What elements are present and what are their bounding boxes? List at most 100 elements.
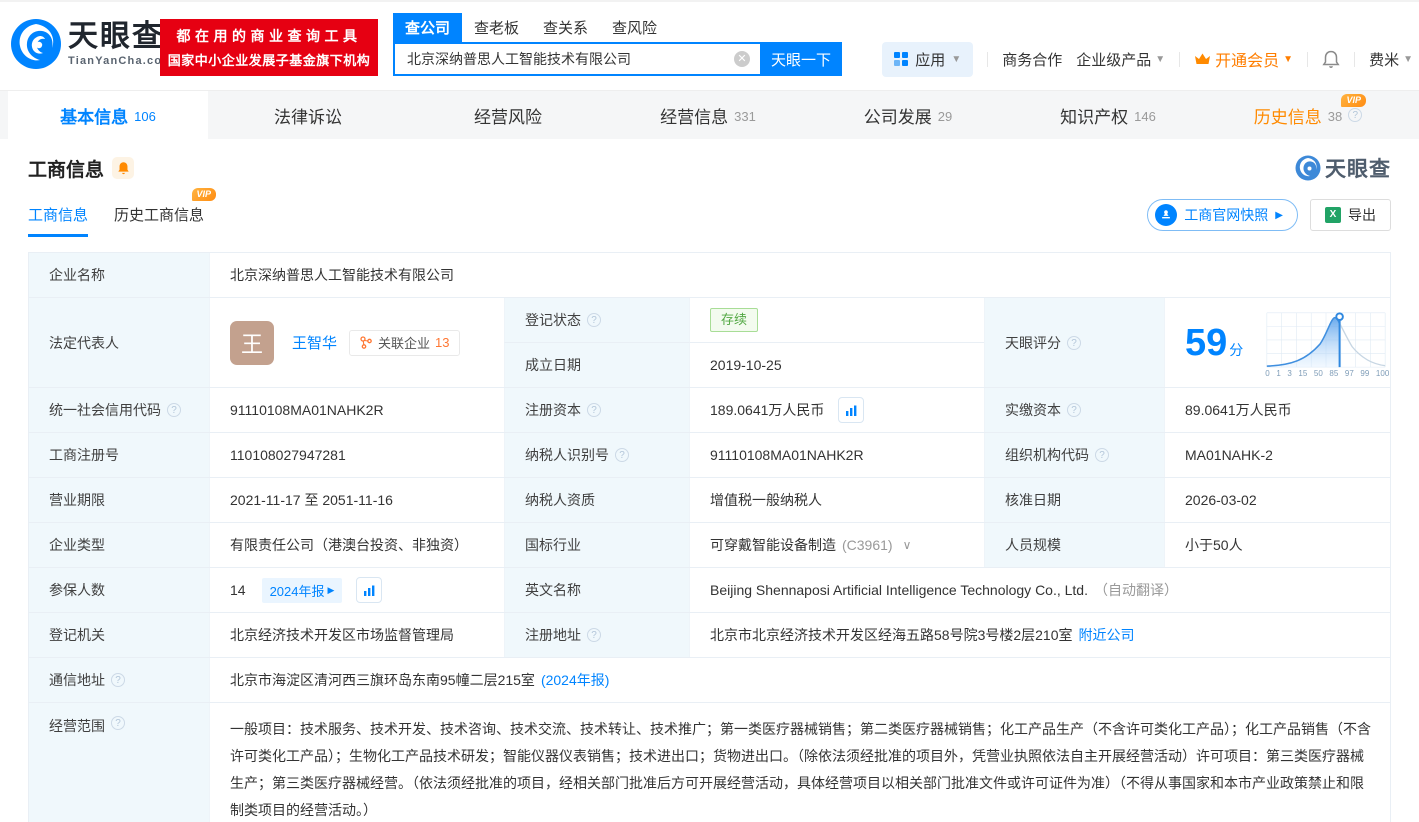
tab-history-info[interactable]: VIP 历史信息 38 ? — [1208, 91, 1408, 139]
capital-trend-button[interactable] — [838, 397, 865, 423]
chevron-down-icon[interactable]: ∨ — [903, 538, 912, 552]
help-icon[interactable]: ? — [1348, 108, 1363, 122]
registration-subtabs: 工商信息 VIP 历史工商信息 — [28, 188, 217, 237]
clear-icon[interactable]: ✕ — [734, 51, 750, 67]
search-button[interactable]: 天眼一下 — [760, 42, 842, 76]
search-box: 查公司 查老板 查关系 查风险 ✕ 天眼一下 — [393, 13, 842, 76]
section-title: 工商信息 — [28, 159, 105, 181]
help-icon[interactable]: ? — [1095, 448, 1109, 462]
divider — [1179, 51, 1181, 67]
related-companies-button[interactable]: 关联企业 13 — [349, 329, 460, 356]
help-icon[interactable]: ? — [1067, 403, 1081, 417]
search-tab-company[interactable]: 查公司 — [393, 13, 463, 42]
tianyancha-company-page: 天眼查 TianYanCha.com 都在用的商业查询工具 国家中小企业发展子基… — [0, 0, 1419, 822]
paid-capital-value: 89.0641万人民币 — [1164, 388, 1390, 432]
caret-down-icon: ▼ — [951, 53, 962, 65]
industry-code: (C3961) — [842, 537, 893, 553]
related-company-icon — [360, 335, 372, 349]
insured-trend-button[interactable] — [356, 577, 383, 603]
company-nav-tabs: 基本信息 106 法律诉讼 经营风险 经营信息 331 公司发展 29 知识产权 146… — [0, 90, 1419, 139]
business-cooperation-link[interactable]: 商务合作 — [1002, 49, 1062, 70]
vip-badge: VIP — [191, 188, 217, 201]
company-name-value: 北京深纳普思人工智能技术有限公司 — [209, 253, 1390, 297]
legal-rep-link[interactable]: 王智华 — [292, 332, 337, 353]
annual-report-pill[interactable]: 2024年报 ▶ — [261, 577, 343, 603]
business-term-value: 2021-11-17 至 2051-11-16 — [209, 478, 504, 522]
field-label: 核准日期 — [984, 478, 1164, 522]
caret-down-icon: ▼ — [1283, 53, 1294, 65]
table-row: 经营范围? 一般项目：技术服务、技术开发、技术咨询、技术交流、技术转让、技术推广… — [29, 702, 1390, 822]
vip-badge: VIP — [1341, 94, 1366, 107]
export-button[interactable]: X 导出 — [1310, 199, 1391, 231]
help-icon[interactable]: ? — [587, 628, 601, 642]
help-icon[interactable]: ? — [1067, 335, 1081, 350]
business-scope-cell: 一般项目：技术服务、技术开发、技术咨询、技术交流、技术转让、技术推广；第一类医疗… — [209, 703, 1390, 822]
user-menu[interactable]: 费米 ▼ — [1369, 49, 1413, 70]
help-icon[interactable]: ? — [111, 716, 125, 730]
mailing-address-cell: 北京市海淀区清河西三旗环岛东南95幢二层215室 (2024年报) — [209, 658, 1390, 702]
field-label: 统一社会信用代码? — [29, 388, 209, 432]
table-row: 登记机关 北京经济技术开发区市场监督管理局 注册地址? 北京市北京经济技术开发区… — [29, 612, 1390, 657]
credit-code-value: 91110108MA01NAHK2R — [209, 388, 504, 432]
field-label: 注册地址? — [504, 613, 689, 657]
field-label: 人员规模 — [984, 523, 1164, 567]
table-row: 法定代表人 王 王智华 关联企业 13 登记状态 ? 存续 成立日期 2019-… — [29, 297, 1390, 387]
tianyan-score-cell: 59 分 0 1 3 15 50 85 97 99 100 — [1164, 298, 1390, 387]
notification-bell-icon[interactable] — [1322, 50, 1340, 69]
tab-legal-proceedings[interactable]: 法律诉讼 — [208, 91, 408, 139]
tab-intellectual-property[interactable]: 知识产权 146 — [1008, 91, 1208, 139]
field-label: 天眼评分 ? — [984, 298, 1164, 387]
score-axis-ticks: 0 1 3 15 50 85 97 99 100 — [1265, 369, 1390, 378]
username: 费米 — [1369, 51, 1400, 69]
brand-domain: TianYanCha.com — [68, 54, 174, 67]
legal-rep-cell: 王 王智华 关联企业 13 — [209, 298, 504, 387]
score-curve-chart: 0 1 3 15 50 85 97 99 100 — [1261, 307, 1391, 378]
taxpayer-quality-value: 增值税一般纳税人 — [689, 478, 984, 522]
help-icon[interactable]: ? — [167, 403, 181, 417]
subscribe-bell-button[interactable] — [112, 157, 135, 179]
apps-label: 应用 — [915, 51, 946, 69]
brand-logo[interactable]: 天眼查 TianYanCha.com — [10, 18, 173, 70]
search-tab-risk[interactable]: 查风险 — [600, 13, 669, 42]
help-icon[interactable]: ? — [615, 448, 629, 462]
search-tab-boss[interactable]: 查老板 — [462, 13, 531, 42]
search-input[interactable] — [393, 42, 760, 76]
caret-down-icon: ▼ — [1155, 53, 1166, 65]
tab-operating-risk[interactable]: 经营风险 — [408, 91, 608, 139]
apps-grid-icon — [894, 51, 909, 66]
tab-basic-info[interactable]: 基本信息 106 — [8, 91, 208, 139]
open-vip-menu[interactable]: 开通会员 ▼ — [1194, 47, 1293, 71]
help-icon[interactable]: ? — [587, 403, 601, 417]
field-label: 登记状态 ? — [504, 298, 689, 342]
field-label: 成立日期 — [504, 342, 689, 387]
table-row: 企业名称 北京深纳普思人工智能技术有限公司 — [29, 253, 1390, 297]
english-name-cell: Beijing Shennaposi Artificial Intelligen… — [689, 568, 1390, 612]
subtab-history-registration[interactable]: VIP 历史工商信息 — [114, 188, 217, 237]
help-icon[interactable]: ? — [587, 313, 601, 327]
tab-business-info[interactable]: 经营信息 331 — [608, 91, 808, 139]
registration-number-value: 110108027947281 — [209, 433, 504, 477]
table-row: 营业期限 2021-11-17 至 2051-11-16 纳税人资质 增值税一般… — [29, 477, 1390, 522]
field-label: 法定代表人 — [29, 298, 209, 387]
enterprise-products-menu[interactable]: 企业级产品 ▼ — [1076, 49, 1165, 70]
taxpayer-id-value: 91110108MA01NAHK2R — [689, 433, 984, 477]
top-bar: 天眼查 TianYanCha.com 都在用的商业查询工具 国家中小企业发展子基… — [0, 2, 1419, 90]
registration-status-cell: 存续 — [689, 298, 984, 342]
field-label: 组织机构代码? — [984, 433, 1164, 477]
divider — [1354, 51, 1356, 67]
search-tab-relation[interactable]: 查关系 — [531, 13, 600, 42]
nearby-companies-link[interactable]: 附近公司 — [1079, 625, 1135, 645]
help-icon[interactable]: ? — [111, 673, 125, 687]
tianyancha-swirl-icon — [11, 19, 61, 69]
official-snapshot-button[interactable]: 工商官网快照 ▶ — [1147, 199, 1298, 231]
field-label: 工商注册号 — [29, 433, 209, 477]
annual-report-link[interactable]: (2024年报) — [541, 670, 609, 690]
top-menu: 应用 ▼ 商务合作 企业级产品 ▼ 开通会员 ▼ 费米 ▼ — [882, 41, 1413, 77]
apps-menu[interactable]: 应用 ▼ — [882, 41, 974, 77]
auto-translate-note: （自动翻译） — [1093, 582, 1178, 598]
tab-company-development[interactable]: 公司发展 29 — [808, 91, 1008, 139]
table-row: 企业类型 有限责任公司（港澳台投资、非独资） 国标行业 可穿戴智能设备制造 (C3… — [29, 522, 1390, 567]
subtab-current-registration[interactable]: 工商信息 — [28, 204, 89, 237]
divider — [987, 51, 989, 67]
field-label: 实缴资本? — [984, 388, 1164, 432]
